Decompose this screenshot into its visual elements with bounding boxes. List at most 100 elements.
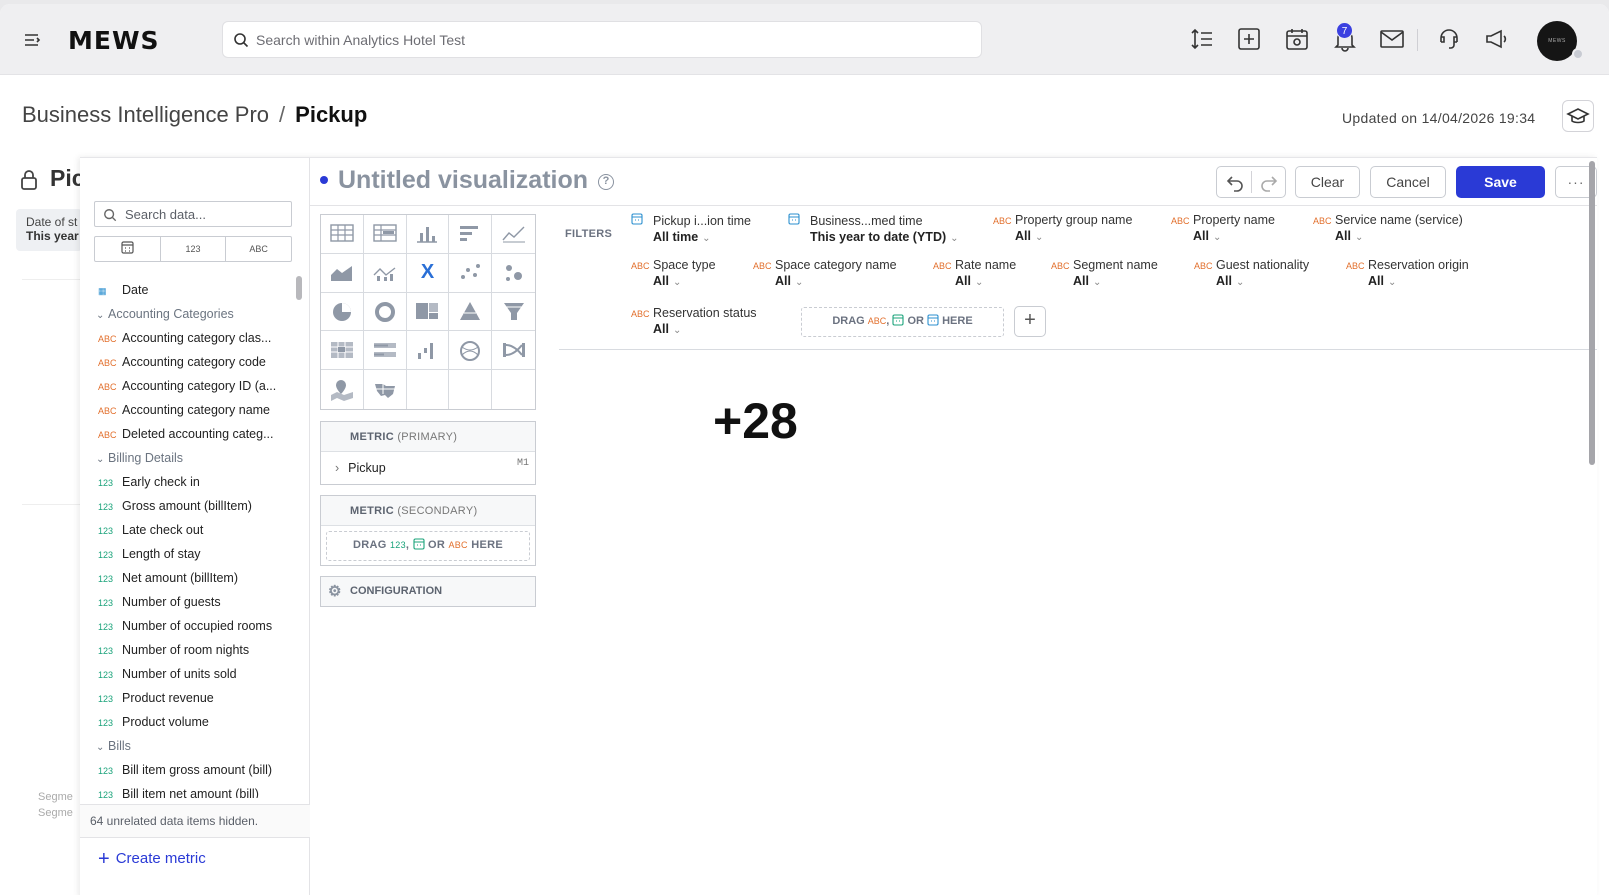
- metric-secondary-dropzone[interactable]: DRAG 123, OR ABC HERE: [326, 531, 530, 561]
- chart-type-column-chart[interactable]: [406, 215, 450, 254]
- avatar[interactable]: MEWS: [1537, 21, 1577, 61]
- data-item[interactable]: ABC Accounting category name: [94, 398, 292, 422]
- cancel-button[interactable]: Cancel: [1370, 166, 1446, 198]
- filter-chip[interactable]: ABC Property name All ⌄: [1171, 213, 1275, 243]
- chart-type-treemap[interactable]: [406, 292, 450, 332]
- add-filter-button[interactable]: +: [1014, 306, 1046, 337]
- date-filter-chip[interactable]: Date of st This year: [16, 209, 82, 251]
- global-search[interactable]: [222, 21, 982, 58]
- data-search-input[interactable]: [125, 204, 285, 224]
- bucket-qualifier: (PRIMARY): [397, 431, 458, 443]
- data-item[interactable]: ABC Deleted accounting categ...: [94, 422, 292, 446]
- chart-type-waterfall-chart[interactable]: [406, 331, 450, 371]
- save-button[interactable]: Save: [1456, 166, 1545, 198]
- menu-toggle-icon[interactable]: [22, 30, 42, 50]
- divider: [22, 279, 82, 280]
- filter-chip[interactable]: ABC Service name (service) All ⌄: [1313, 213, 1463, 243]
- mail-icon[interactable]: [1379, 26, 1405, 52]
- data-item[interactable]: 123 Number of room nights: [94, 638, 292, 662]
- filter-chip[interactable]: Business...med time This year to date (YT…: [788, 213, 959, 244]
- chart-type-sankey[interactable]: [492, 331, 535, 371]
- chart-type-pushpin-map[interactable]: [321, 370, 364, 409]
- megaphone-icon[interactable]: [1484, 26, 1510, 52]
- chart-type-pyramid-chart[interactable]: [449, 292, 493, 332]
- chart-type-pie-chart[interactable]: [321, 292, 364, 332]
- data-item[interactable]: 123 Early check in: [94, 470, 292, 494]
- filter-chip[interactable]: ABC Rate name All ⌄: [933, 258, 1016, 288]
- chart-type-bar-chart[interactable]: [449, 215, 493, 254]
- data-item[interactable]: 123 Bill item net amount (bill): [94, 782, 292, 798]
- data-group-label: Bills: [108, 739, 131, 753]
- filter-chip[interactable]: ABC Segment name All ⌄: [1051, 258, 1158, 288]
- clear-button[interactable]: Clear: [1295, 166, 1360, 198]
- data-item-label: Net amount (billItem): [122, 571, 239, 585]
- breadcrumb-parent[interactable]: Business Intelligence Pro: [22, 102, 269, 127]
- undo-icon[interactable]: [1225, 173, 1245, 193]
- data-item[interactable]: 123 Number of guests: [94, 590, 292, 614]
- chevron-right-icon[interactable]: ›: [335, 461, 339, 475]
- data-item[interactable]: 123 Number of occupied rooms: [94, 614, 292, 638]
- calendar-icon[interactable]: [1284, 26, 1310, 52]
- data-item[interactable]: 123 Length of stay: [94, 542, 292, 566]
- date-filter-value: This year: [26, 229, 79, 243]
- help-icon[interactable]: ?: [598, 174, 615, 190]
- data-group-header[interactable]: ⌄ Billing Details: [94, 446, 292, 470]
- filter-chip[interactable]: ABC Property group name All ⌄: [993, 213, 1132, 243]
- chart-type-scatter-plot[interactable]: [449, 253, 493, 293]
- chart-type-pivot-table[interactable]: [363, 215, 407, 254]
- chart-type-combo-chart[interactable]: [363, 253, 407, 293]
- chart-type-area-chart[interactable]: [321, 253, 364, 293]
- add-icon[interactable]: [1236, 26, 1262, 52]
- region-map-icon: [374, 384, 395, 399]
- numeric-type-tab[interactable]: 123: [161, 237, 227, 261]
- scrollbar[interactable]: [296, 276, 302, 300]
- global-search-input[interactable]: [256, 23, 956, 56]
- data-group-header[interactable]: ⌄ Accounting Categories: [94, 302, 292, 326]
- filter-chip[interactable]: ABC Reservation origin All ⌄: [1346, 258, 1469, 288]
- filter-chip[interactable]: ABC Reservation status All ⌄: [631, 306, 757, 336]
- chart-type-headline[interactable]: X: [406, 253, 450, 293]
- data-item[interactable]: 123 Gross amount (billItem): [94, 494, 292, 518]
- chart-type-funnel-chart[interactable]: [492, 292, 535, 332]
- redo-icon[interactable]: [1259, 173, 1279, 193]
- data-item[interactable]: 123 Net amount (billItem): [94, 566, 292, 590]
- data-item[interactable]: ABC Accounting category clas...: [94, 326, 292, 350]
- chart-type-region-map[interactable]: [363, 370, 407, 409]
- data-search[interactable]: [94, 201, 292, 227]
- data-item[interactable]: 123 Product volume: [94, 710, 292, 734]
- filter-chip[interactable]: ABC Space type All ⌄: [631, 258, 716, 288]
- configuration-section[interactable]: ⚙ CONFIGURATION: [320, 576, 536, 607]
- data-item[interactable]: 123 Number of units sold: [94, 662, 292, 686]
- data-item[interactable]: 123 Late check out: [94, 518, 292, 542]
- data-item[interactable]: 123 Bill item gross amount (bill): [94, 758, 292, 782]
- chart-type-heatmap[interactable]: [321, 331, 364, 371]
- chart-type-bullet-chart[interactable]: [363, 331, 407, 371]
- visualization-title[interactable]: Untitled visualization?: [320, 166, 615, 195]
- data-item[interactable]: 123 Product revenue: [94, 686, 292, 710]
- data-item[interactable]: ABC Accounting category code: [94, 350, 292, 374]
- date-type-tab[interactable]: [95, 237, 161, 261]
- chart-type-bubble-chart[interactable]: [492, 253, 535, 293]
- text-type-tab[interactable]: ABC: [226, 237, 291, 261]
- chart-type-line-chart[interactable]: [492, 215, 535, 254]
- data-item[interactable]: ▦ Date: [94, 278, 292, 302]
- line-height-icon[interactable]: [1189, 26, 1215, 52]
- filter-chip[interactable]: Pickup i...ion time All time ⌄: [631, 213, 751, 244]
- chart-type-dependency-wheel[interactable]: [449, 331, 493, 371]
- filter-chip[interactable]: ABC Space category name All ⌄: [753, 258, 897, 288]
- dropzone-text: ,: [405, 539, 410, 551]
- data-group-header[interactable]: ⌄ Bills: [94, 734, 292, 758]
- support-icon[interactable]: [1436, 26, 1462, 52]
- chart-type-donut-chart[interactable]: [363, 292, 407, 332]
- chart-type-table[interactable]: [321, 215, 364, 254]
- visualization-title-text[interactable]: Untitled visualization: [338, 166, 588, 194]
- data-item[interactable]: ABC Accounting category ID (a...: [94, 374, 292, 398]
- scrollbar[interactable]: [1589, 161, 1595, 465]
- filter-dropzone[interactable]: DRAG ABC, OR HERE: [801, 307, 1004, 337]
- chart-type-picker: X: [320, 214, 536, 410]
- academy-button[interactable]: [1562, 100, 1594, 132]
- mews-logo[interactable]: MEWS: [68, 26, 160, 55]
- create-metric-button[interactable]: + Create metric: [98, 848, 206, 871]
- filter-chip[interactable]: ABC Guest nationality All ⌄: [1194, 258, 1309, 288]
- metric-item-pickup[interactable]: › Pickup M1: [321, 452, 535, 484]
